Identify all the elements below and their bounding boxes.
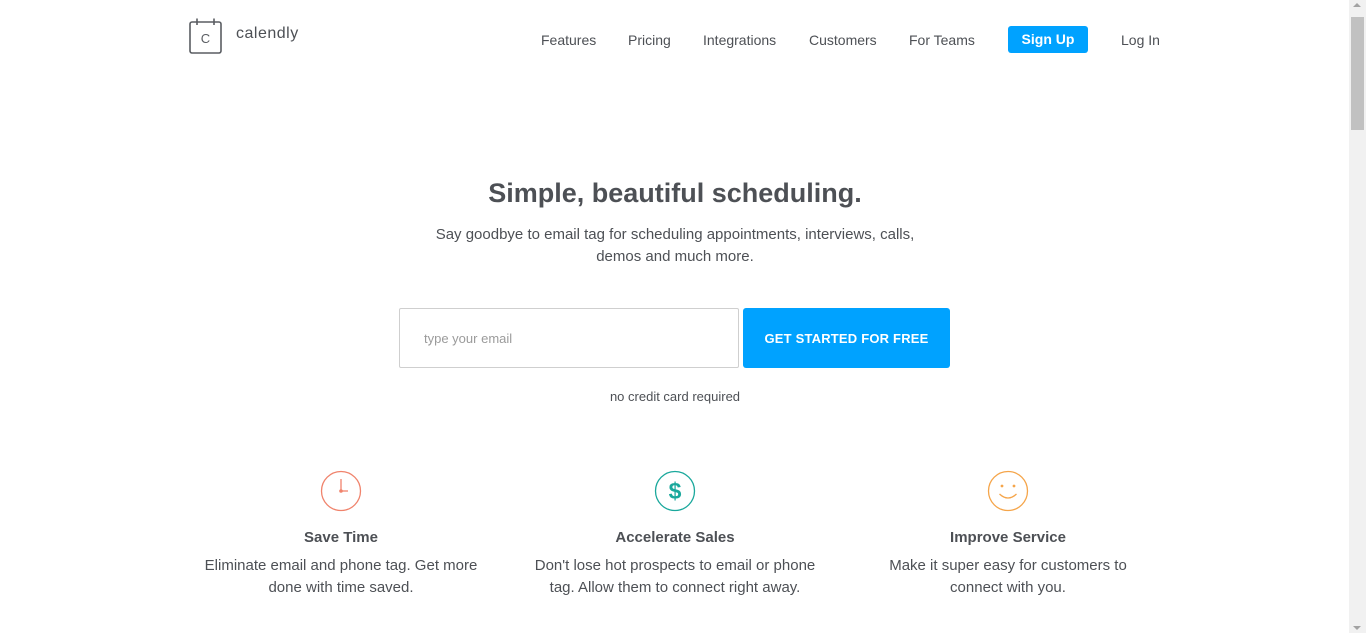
- nav-integrations[interactable]: Integrations: [703, 26, 776, 54]
- hero-title: Simple, beautiful scheduling.: [488, 178, 862, 208]
- feature-title: Accelerate Sales: [615, 529, 735, 546]
- no-credit-card-note: no credit card required: [609, 389, 741, 404]
- signup-button[interactable]: Sign Up: [1008, 26, 1088, 53]
- scrollbar-thumb[interactable]: [1351, 17, 1364, 130]
- feature-accelerate-sales: $ Accelerate Sales Don't lose hot prospe…: [530, 470, 820, 599]
- nav-pricing[interactable]: Pricing: [628, 26, 671, 54]
- feature-title: Improve Service: [950, 529, 1066, 546]
- nav-features[interactable]: Features: [541, 26, 596, 54]
- signup-form: GET STARTED FOR FREE: [399, 308, 951, 368]
- nav-for-teams[interactable]: For Teams: [909, 26, 975, 54]
- get-started-button[interactable]: GET STARTED FOR FREE: [743, 308, 950, 368]
- page: C calendly Features Pricing Integrations…: [0, 0, 1366, 633]
- svg-text:$: $: [669, 478, 682, 504]
- dollar-icon: $: [654, 470, 696, 512]
- smiley-icon: [987, 470, 1029, 512]
- main-nav: Features Pricing Integrations Customers …: [0, 26, 1366, 54]
- feature-improve-service: Improve Service Make it super easy for c…: [863, 470, 1153, 599]
- feature-description: Eliminate email and phone tag. Get more …: [204, 557, 478, 596]
- clock-icon: [320, 470, 362, 512]
- login-link[interactable]: Log In: [1121, 26, 1160, 54]
- nav-customers[interactable]: Customers: [809, 26, 877, 54]
- feature-description: Make it super easy for customers to conn…: [889, 557, 1127, 596]
- email-input[interactable]: [399, 308, 739, 368]
- feature-title: Save Time: [304, 529, 378, 546]
- vertical-scrollbar[interactable]: [1349, 0, 1366, 633]
- feature-description: Don't lose hot prospects to email or pho…: [534, 557, 816, 596]
- scroll-down-icon[interactable]: [1353, 626, 1361, 630]
- hero-subtitle: Say goodbye to email tag for scheduling …: [435, 226, 915, 265]
- feature-save-time: Save Time Eliminate email and phone tag.…: [196, 470, 486, 599]
- scroll-up-icon[interactable]: [1353, 3, 1361, 7]
